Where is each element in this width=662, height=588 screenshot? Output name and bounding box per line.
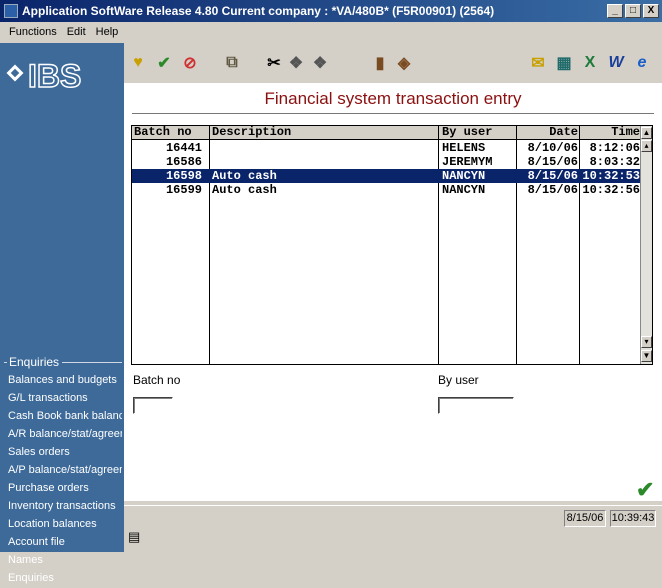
- status-date: 8/15/06: [564, 510, 606, 527]
- user-cell: NANCYN: [442, 183, 486, 197]
- menu-functions[interactable]: Functions: [4, 26, 62, 38]
- toolbar: ♥ ✔ ⊘ ⧉ ✂ ❖ ❖ ▮ ◈ ✉ ▦ X W e: [124, 43, 662, 83]
- by-user-input[interactable]: [438, 397, 514, 414]
- calculator-icon[interactable]: ▦: [554, 53, 574, 73]
- copy-icon[interactable]: ❖: [286, 53, 306, 73]
- enquiries-list: Balances and budgets G/L transactions Cash…: [8, 372, 122, 588]
- status-time: 10:39:43: [610, 510, 656, 527]
- time-cell: 8:03:32: [589, 155, 640, 169]
- scroll-bottom-icon[interactable]: ▼: [641, 350, 652, 362]
- check-icon[interactable]: ✔: [154, 53, 174, 73]
- description-cell: [212, 141, 432, 155]
- header-description[interactable]: Description: [212, 126, 291, 140]
- content-area: Financial system transaction entry Batch…: [124, 83, 662, 501]
- date-cell: 8/15/06: [527, 155, 578, 169]
- description-cell: [212, 155, 432, 169]
- logo-text: IBS: [28, 58, 81, 94]
- enquiry-item[interactable]: Cash Book bank balances: [8, 408, 122, 426]
- time-cell: 10:32:56: [582, 183, 640, 197]
- batch-no-cell: 16598: [165, 169, 202, 183]
- table-row[interactable]: 16586 JEREMYM 8/15/06 8:03:32: [132, 155, 640, 169]
- internet-explorer-icon[interactable]: e: [632, 53, 652, 73]
- time-cell: 8:12:06: [589, 141, 640, 155]
- description-cell: Auto cash: [212, 169, 277, 183]
- enquiry-item[interactable]: Inventory transactions: [8, 498, 122, 516]
- enquiry-item[interactable]: Enquiries: [8, 570, 122, 588]
- batch-no-cell: 16441: [165, 141, 202, 155]
- enquiries-header-label: Enquiries: [9, 355, 60, 369]
- cut-icon[interactable]: ✂: [264, 53, 284, 73]
- enquiry-item[interactable]: A/P balance/stat/agreem/trar: [8, 462, 122, 480]
- user-cell: HELENS: [442, 141, 486, 155]
- user-cell: NANCYN: [442, 169, 486, 183]
- window-title: Application SoftWare Release 4.80 Curren…: [22, 4, 495, 18]
- main-panel: ♥ ✔ ⊘ ⧉ ✂ ❖ ❖ ▮ ◈ ✉ ▦ X W e Financial sy…: [124, 43, 662, 552]
- batch-no-cell: 16586: [165, 155, 202, 169]
- time-cell: 10:32:53: [582, 169, 640, 183]
- header-date[interactable]: Date: [518, 126, 578, 140]
- date-cell: 8/10/06: [527, 141, 578, 155]
- scroll-top-icon[interactable]: ▲: [641, 127, 652, 139]
- documents-icon[interactable]: ◈: [394, 53, 414, 73]
- enquiry-item[interactable]: Balances and budgets: [8, 372, 122, 390]
- enquiry-item[interactable]: Purchase orders: [8, 480, 122, 498]
- enquiry-item[interactable]: Account file: [8, 534, 122, 552]
- bottom-area: ✔ 8/15/06 10:39:43 ▤: [124, 479, 662, 552]
- description-cell: Auto cash: [212, 183, 277, 197]
- mail-icon[interactable]: ✉: [528, 53, 548, 73]
- ibs-logo: IBS: [6, 55, 116, 95]
- table-row[interactable]: 16599 Auto cash NANCYN 8/15/06 10:32:56: [132, 183, 640, 197]
- batch-no-label: Batch no: [133, 373, 181, 387]
- book-icon[interactable]: ▮: [370, 53, 390, 73]
- enquiry-item[interactable]: Names: [8, 552, 122, 570]
- form-title: Financial system transaction entry: [264, 89, 522, 108]
- header-batch-no[interactable]: Batch no: [134, 126, 192, 140]
- enquiry-item[interactable]: Location balances: [8, 516, 122, 534]
- table-row[interactable]: 16441 HELENS 8/10/06 8:12:06: [132, 141, 640, 155]
- word-icon[interactable]: W: [606, 53, 626, 73]
- ok-check-icon[interactable]: ✔: [636, 479, 660, 503]
- by-user-label: By user: [438, 373, 479, 387]
- status-bar: 8/15/06 10:39:43: [124, 505, 662, 527]
- cancel-icon[interactable]: ⊘: [180, 53, 200, 73]
- enquiry-item[interactable]: A/R balance/stat/agreem/trar: [8, 426, 122, 444]
- batch-no-cell: 16599: [165, 183, 202, 197]
- date-cell: 8/15/06: [527, 183, 578, 197]
- title-divider: [132, 113, 654, 114]
- scroll-down-icon[interactable]: ▾: [641, 336, 652, 348]
- menu-help[interactable]: Help: [91, 26, 124, 38]
- batch-no-input[interactable]: [133, 397, 173, 414]
- enquiry-item[interactable]: Sales orders: [8, 444, 122, 462]
- scroll-up-icon[interactable]: ▴: [641, 140, 652, 152]
- notes-icon[interactable]: ▤: [128, 529, 144, 545]
- title-bar: Application SoftWare Release 4.80 Curren…: [0, 0, 662, 22]
- sidebar: IBS Enquiries Balances and budgets G/L tr…: [0, 43, 124, 584]
- date-cell: 8/15/06: [527, 169, 578, 183]
- favorite-icon[interactable]: ♥: [128, 53, 148, 73]
- grid-header: Batch no Description By user Date Time: [132, 126, 652, 140]
- header-time[interactable]: Time: [580, 126, 640, 140]
- enquiries-header: Enquiries: [4, 355, 122, 369]
- header-by-user[interactable]: By user: [442, 126, 492, 140]
- enquiry-item[interactable]: G/L transactions: [8, 390, 122, 408]
- batch-grid[interactable]: Batch no Description By user Date Time 1…: [131, 125, 653, 365]
- menu-bar: Functions Edit Help: [0, 22, 662, 42]
- user-cell: JEREMYM: [442, 155, 493, 169]
- menu-edit[interactable]: Edit: [62, 26, 91, 38]
- table-row[interactable]: 16598 Auto cash NANCYN 8/15/06 10:32:53: [132, 169, 640, 183]
- paste-icon[interactable]: ❖: [310, 53, 330, 73]
- package-icon[interactable]: ⧉: [222, 53, 242, 73]
- close-button[interactable]: X: [643, 4, 659, 18]
- minimize-button[interactable]: _: [607, 4, 623, 18]
- app-icon: [4, 4, 18, 18]
- excel-icon[interactable]: X: [580, 53, 600, 73]
- grid-scrollbar[interactable]: ▲ ▴ ▾ ▼: [640, 126, 652, 364]
- maximize-button[interactable]: □: [625, 4, 641, 18]
